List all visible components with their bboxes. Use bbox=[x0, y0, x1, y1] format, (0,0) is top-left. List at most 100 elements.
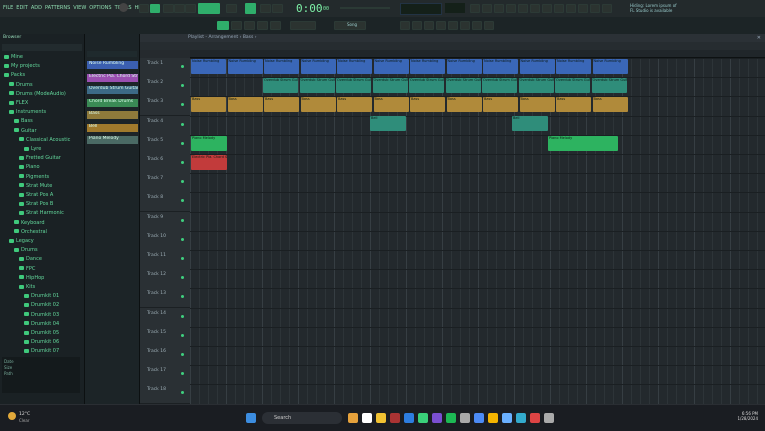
track-header[interactable]: Track 13 bbox=[140, 288, 190, 308]
clip-noise-rumbling[interactable]: Noise Rumbling bbox=[191, 59, 226, 74]
track-header[interactable]: Track 1 bbox=[140, 58, 190, 78]
taskbar-app-icon[interactable] bbox=[432, 413, 442, 423]
tool-paint-button[interactable] bbox=[231, 21, 242, 30]
track-mute-led[interactable] bbox=[181, 295, 184, 298]
clip-noise-rumbling[interactable]: Noise Rumbling bbox=[410, 59, 445, 74]
track-mute-led[interactable] bbox=[181, 103, 184, 106]
browser-item[interactable]: Keyboard bbox=[14, 220, 45, 227]
browser-item[interactable]: Legacy bbox=[9, 238, 34, 245]
song-selector[interactable]: Song bbox=[334, 21, 366, 30]
record-button[interactable] bbox=[185, 4, 196, 13]
top-tool-icon[interactable] bbox=[518, 4, 528, 13]
track-header[interactable]: Track 4 bbox=[140, 116, 190, 136]
top-tool-icon[interactable] bbox=[590, 4, 600, 13]
browser-item[interactable]: Drumkit 07 bbox=[24, 348, 59, 355]
clip-strum-guitar[interactable]: Overdub Strum Guitar bbox=[592, 78, 627, 93]
top-tool-icon[interactable] bbox=[494, 4, 504, 13]
clip-strum-guitar[interactable]: Overdub Strum Guitar bbox=[446, 78, 481, 93]
browser-item[interactable]: Drumkit 04 bbox=[24, 321, 59, 328]
track-mute-led[interactable] bbox=[181, 65, 184, 68]
browser-item[interactable]: Strat Pos A bbox=[19, 192, 53, 199]
taskbar-app-icon[interactable] bbox=[376, 413, 386, 423]
clip-bass[interactable]: Bass bbox=[520, 97, 555, 112]
tool-mute-button[interactable] bbox=[257, 21, 268, 30]
clip-piano-melody[interactable]: Piano Melody bbox=[191, 136, 227, 151]
channel-item[interactable]: Chord Break Drums bbox=[87, 99, 138, 107]
track-header[interactable]: Track 15 bbox=[140, 327, 190, 347]
track-header[interactable]: Track 5 bbox=[140, 135, 190, 155]
browser-item[interactable]: Classical Acoustic bbox=[19, 137, 70, 144]
track-header[interactable]: Track 9 bbox=[140, 212, 190, 232]
menu-item-patterns[interactable]: PATTERNS bbox=[45, 5, 70, 11]
track-header[interactable]: Track 11 bbox=[140, 250, 190, 270]
channel-item[interactable]: Bell bbox=[87, 124, 138, 132]
browser-item[interactable]: Fretted Guitar bbox=[19, 155, 61, 162]
track-header[interactable]: Track 7 bbox=[140, 173, 190, 193]
track-header[interactable]: Track 14 bbox=[140, 308, 190, 328]
browser-item[interactable]: Drumkit 06 bbox=[24, 339, 59, 346]
playlist-grid[interactable]: Noise RumblingNoise RumblingNoise Rumbli… bbox=[190, 58, 765, 404]
channel-item[interactable]: Overdub Strum Guitar bbox=[87, 86, 138, 94]
clip-bass[interactable]: Bass bbox=[483, 97, 518, 112]
play-button[interactable] bbox=[163, 4, 174, 13]
channel-item[interactable]: Bass bbox=[87, 111, 138, 119]
clip-bass[interactable]: Bass bbox=[593, 97, 628, 112]
pattern-selector[interactable] bbox=[290, 21, 316, 30]
pattern-mode-button[interactable] bbox=[139, 4, 149, 13]
track-header[interactable]: Track 10 bbox=[140, 231, 190, 251]
track-header[interactable]: Track 12 bbox=[140, 269, 190, 289]
track-mute-led[interactable] bbox=[181, 180, 184, 183]
stop-button[interactable] bbox=[174, 4, 185, 13]
clip-strum-guitar[interactable]: Overdub Strum Guitar bbox=[409, 78, 444, 93]
top-tool-icon[interactable] bbox=[482, 4, 492, 13]
top-tool-icon[interactable] bbox=[470, 4, 480, 13]
toolbar-icon[interactable] bbox=[448, 21, 458, 30]
track-header[interactable]: Track 8 bbox=[140, 192, 190, 212]
browser-item[interactable]: Guitar bbox=[14, 128, 37, 135]
clip-strum-guitar[interactable]: Overdub Strum Guitar bbox=[263, 78, 298, 93]
top-tool-icon[interactable] bbox=[602, 4, 612, 13]
clip-bell[interactable]: Bell bbox=[512, 116, 548, 131]
browser-item[interactable]: Instruments bbox=[9, 109, 46, 116]
browser-item[interactable]: Drums bbox=[9, 82, 33, 89]
toolbar-icon[interactable] bbox=[460, 21, 470, 30]
browser-item[interactable]: Drumkit 05 bbox=[24, 330, 59, 337]
top-tool-icon[interactable] bbox=[578, 4, 588, 13]
track-mute-led[interactable] bbox=[181, 84, 184, 87]
track-mute-led[interactable] bbox=[181, 353, 184, 356]
clip-bass[interactable]: Bass bbox=[447, 97, 482, 112]
browser-item[interactable]: Strat Harmonic bbox=[19, 210, 64, 217]
browser-item[interactable]: Kits bbox=[19, 284, 35, 291]
top-tool-icon[interactable] bbox=[566, 4, 576, 13]
menu-item-file[interactable]: FILE bbox=[3, 5, 13, 11]
taskbar-app-icon[interactable] bbox=[418, 413, 428, 423]
clip-strum-guitar[interactable]: Overdub Strum Guitar bbox=[336, 78, 371, 93]
track-mute-led[interactable] bbox=[181, 334, 184, 337]
clip-noise-rumbling[interactable]: Noise Rumbling bbox=[374, 59, 409, 74]
track-mute-led[interactable] bbox=[181, 161, 184, 164]
track-mute-led[interactable] bbox=[181, 142, 184, 145]
taskbar-app-icon[interactable] bbox=[460, 413, 470, 423]
taskbar-app-icon[interactable] bbox=[474, 413, 484, 423]
top-tool-icon[interactable] bbox=[530, 4, 540, 13]
track-mute-led[interactable] bbox=[181, 315, 184, 318]
tempo-display[interactable] bbox=[198, 3, 220, 14]
browser-item[interactable]: Drums bbox=[14, 247, 38, 254]
tool-delete-button[interactable] bbox=[244, 21, 255, 30]
clip-noise-rumbling[interactable]: Noise Rumbling bbox=[228, 59, 263, 74]
position-slider[interactable] bbox=[340, 7, 390, 9]
clip-bass[interactable]: Bass bbox=[374, 97, 409, 112]
track-mute-led[interactable] bbox=[181, 219, 184, 222]
waveform-button[interactable] bbox=[260, 4, 271, 13]
toolbar-icon[interactable] bbox=[436, 21, 446, 30]
clip-bass[interactable]: Bass bbox=[191, 97, 226, 112]
clip-bass[interactable]: Bass bbox=[264, 97, 299, 112]
channel-item[interactable]: Piano Melody bbox=[87, 136, 138, 144]
taskbar-app-icon[interactable] bbox=[502, 413, 512, 423]
toolbar-icon[interactable] bbox=[484, 21, 494, 30]
tool-draw-button[interactable] bbox=[217, 21, 229, 30]
menu-item-options[interactable]: OPTIONS bbox=[89, 5, 111, 11]
browser-item[interactable]: Drumkit 03 bbox=[24, 312, 59, 319]
browser-item[interactable]: Drums (ModeAudio) bbox=[9, 91, 66, 98]
browser-item[interactable]: Lyre bbox=[24, 146, 41, 153]
